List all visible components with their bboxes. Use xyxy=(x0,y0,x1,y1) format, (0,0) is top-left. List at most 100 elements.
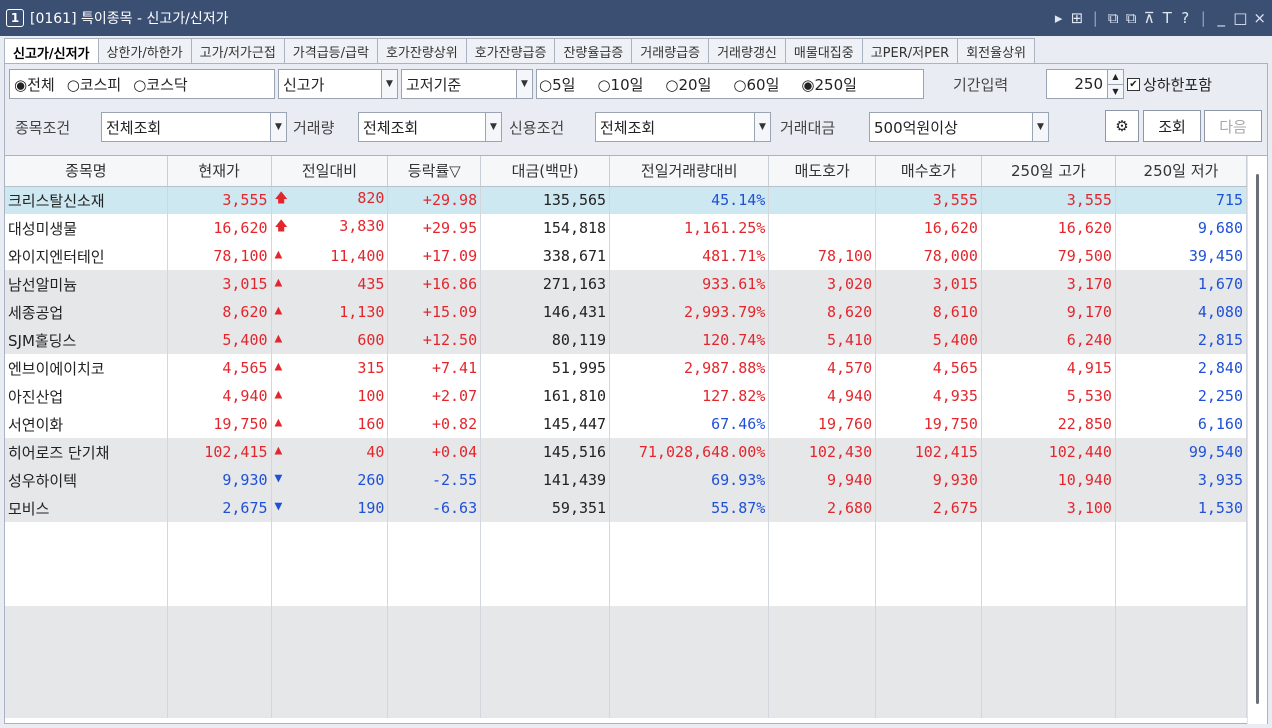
minimize-icon[interactable]: _ xyxy=(1215,9,1227,27)
stock-name-cell[interactable]: 크리스탈신소재 xyxy=(5,186,168,214)
include-limit-checkbox[interactable]: ✔ 상하한포함 xyxy=(1127,69,1212,99)
tab-balance-rate-surge[interactable]: 잔량율급증 xyxy=(554,38,633,64)
stock-name-cell[interactable]: 서연이화 xyxy=(5,410,168,438)
empty-cell xyxy=(271,634,389,662)
type-select[interactable]: 신고가 ▼ xyxy=(278,69,398,99)
tab-supply-concentration[interactable]: 매물대집중 xyxy=(784,38,863,64)
table-row[interactable]: 세종공업 8,620 ▲ 1,130 +15.09 146,431 2,993.79% 8,6… xyxy=(5,298,1248,326)
checkbox-check-icon[interactable]: ✔ xyxy=(1127,77,1140,91)
stock-name-cell[interactable]: 와이지엔터테인 xyxy=(5,242,168,270)
pin-icon[interactable]: ⊼ xyxy=(1143,9,1155,27)
table-row[interactable]: SJM홀딩스 5,400 ▲ 600 +12.50 80,119 120.74% 5,410 5… xyxy=(5,326,1248,354)
bid-price-cell: 16,620 xyxy=(875,214,982,242)
stock-name-cell[interactable]: 엔브이에이치코 xyxy=(5,354,168,382)
column-header[interactable]: 250일 저가 xyxy=(1115,156,1248,187)
table-row[interactable]: 모비스 2,675 ▼ 190 -6.63 59,351 55.87% 2,680 2,675 3… xyxy=(5,494,1248,522)
tab-order-balance-surge[interactable]: 호가잔량급증 xyxy=(465,38,556,64)
period-stepper[interactable]: ▲ ▼ xyxy=(1107,70,1123,98)
basis-select[interactable]: 고저기준 ▼ xyxy=(401,69,533,99)
table-row[interactable]: 와이지엔터테인 78,100 ▲ 11,400 +17.09 338,671 481.71%… xyxy=(5,242,1248,270)
column-header[interactable]: 전일대비 xyxy=(271,156,389,187)
credit-select[interactable]: 전체조회 ▼ xyxy=(595,112,771,142)
table-row[interactable]: 대성미생물 16,620 🡅 3,830 +29.95 154,818 1,161.25% 1… xyxy=(5,214,1248,242)
tab-volume-renewal[interactable]: 거래량갱신 xyxy=(708,38,786,64)
period-high-cell: 3,555 xyxy=(981,186,1116,214)
column-header[interactable]: 현재가 xyxy=(167,156,272,187)
table-row[interactable]: 성우하이텍 9,930 ▼ 260 -2.55 141,439 69.93% 9,940 9,9… xyxy=(5,466,1248,494)
radio-period-250[interactable]: ◉250일 xyxy=(801,74,857,95)
tab-high-low-per[interactable]: 고PER/저PER xyxy=(861,38,959,64)
tab-upper-lower-limit[interactable]: 상한가/하한가 xyxy=(97,38,192,64)
dropdown-arrow-icon[interactable]: ▼ xyxy=(1032,113,1048,141)
radio-market-all[interactable]: ◉전체 xyxy=(14,74,55,95)
screen-icon[interactable]: ⊞ xyxy=(1071,9,1084,27)
stepper-down-icon[interactable]: ▼ xyxy=(1108,83,1123,98)
rate-cell: +0.82 xyxy=(387,410,482,438)
stock-name-cell[interactable]: 모비스 xyxy=(5,494,168,522)
period-input[interactable]: 250 ▲ ▼ xyxy=(1046,69,1124,99)
tab-order-balance-top[interactable]: 호가잔량상위 xyxy=(376,38,467,64)
tab-turnover-top[interactable]: 회전율상위 xyxy=(957,38,1036,64)
stock-name-cell[interactable]: 세종공업 xyxy=(5,298,168,326)
table-row[interactable]: 히어로즈 단기채 102,415 ▲ 40 +0.04 145,516 71,028,648… xyxy=(5,438,1248,466)
column-header[interactable]: 전일거래량대비 xyxy=(609,156,770,187)
stock-name-cell[interactable]: 히어로즈 단기채 xyxy=(5,438,168,466)
table-row[interactable]: 아진산업 4,940 ▲ 100 +2.07 161,810 127.82% 4,940 4,9… xyxy=(5,382,1248,410)
bid-price-cell: 9,930 xyxy=(875,466,982,494)
tab-price-surge-plunge[interactable]: 가격급등/급락 xyxy=(283,38,378,64)
empty-cell xyxy=(768,522,877,550)
settings-button[interactable]: ⚙ xyxy=(1105,110,1139,142)
next-button[interactable]: 다음 xyxy=(1204,110,1262,142)
scrollbar-thumb[interactable] xyxy=(1256,174,1259,704)
vertical-scrollbar[interactable] xyxy=(1247,156,1267,724)
font-size-icon[interactable]: T xyxy=(1161,9,1173,27)
stock-condition-select[interactable]: 전체조회 ▼ xyxy=(101,112,287,142)
table-row[interactable]: 크리스탈신소재 3,555 🡅 820 +29.98 135,565 45.14% 3,555… xyxy=(5,186,1248,214)
empty-cell xyxy=(5,550,168,578)
expand-arrow-icon[interactable]: ▸ xyxy=(1053,9,1065,27)
window-titlebar: 1 [0161] 특이종목 - 신고가/신저가 ▸ ⊞ | ⧉ ⧉ ⊼ T ? … xyxy=(0,0,1272,36)
dropdown-arrow-icon[interactable]: ▼ xyxy=(754,113,770,141)
table-row[interactable]: 서연이화 19,750 ▲ 160 +0.82 145,447 67.46% 19,760 19… xyxy=(5,410,1248,438)
stock-name-cell[interactable]: 대성미생물 xyxy=(5,214,168,242)
radio-market-kosdaq[interactable]: ○코스닥 xyxy=(133,74,188,95)
amount-select[interactable]: 500억원이상 ▼ xyxy=(869,112,1049,142)
tab-new-high-low[interactable]: 신고가/신저가 xyxy=(4,38,99,65)
search-button[interactable]: 조회 xyxy=(1143,110,1201,142)
column-header[interactable]: 매도호가 xyxy=(768,156,877,187)
column-header[interactable]: 매수호가 xyxy=(875,156,982,187)
tab-near-high-low[interactable]: 고가/저가근접 xyxy=(190,38,285,64)
empty-cell xyxy=(387,634,482,662)
tab-volume-surge[interactable]: 거래량급증 xyxy=(631,38,710,64)
column-header[interactable]: 등락률▽ xyxy=(387,156,482,187)
radio-market-kospi[interactable]: ○코스피 xyxy=(67,74,122,95)
period-low-cell: 39,450 xyxy=(1115,242,1248,270)
link-window-icon[interactable]: ⧉ xyxy=(1107,9,1119,27)
tab-bar: 신고가/신저가 상한가/하한가 고가/저가근접 가격급등/급락 호가잔량상위 호… xyxy=(4,38,1036,65)
stock-name-cell[interactable]: 남선알미늄 xyxy=(5,270,168,298)
close-icon[interactable]: × xyxy=(1253,9,1266,27)
volume-select[interactable]: 전체조회 ▼ xyxy=(358,112,502,142)
empty-cell xyxy=(167,662,272,690)
dropdown-arrow-icon[interactable]: ▼ xyxy=(381,70,397,98)
help-icon[interactable]: ? xyxy=(1179,9,1191,27)
stock-name-cell[interactable]: 아진산업 xyxy=(5,382,168,410)
dropdown-arrow-icon[interactable]: ▼ xyxy=(516,70,532,98)
column-header[interactable]: 대금(백만) xyxy=(480,156,611,187)
stock-name-cell[interactable]: SJM홀딩스 xyxy=(5,326,168,354)
up-arrow-icon: ▲ xyxy=(274,415,283,430)
radio-period-5[interactable]: ○5일 xyxy=(539,74,575,95)
column-header[interactable]: 250일 고가 xyxy=(981,156,1116,187)
dropdown-arrow-icon[interactable]: ▼ xyxy=(485,113,501,141)
table-row[interactable]: 남선알미늄 3,015 ▲ 435 +16.86 271,163 933.61% 3,020 3… xyxy=(5,270,1248,298)
maximize-icon[interactable]: □ xyxy=(1233,9,1247,27)
radio-period-10[interactable]: ○10일 xyxy=(597,74,643,95)
column-header[interactable]: 종목명 xyxy=(5,156,168,187)
table-row[interactable]: 엔브이에이치코 4,565 ▲ 315 +7.41 51,995 2,987.88% 4,57… xyxy=(5,354,1248,382)
stepper-up-icon[interactable]: ▲ xyxy=(1108,70,1123,84)
stock-name-cell[interactable]: 성우하이텍 xyxy=(5,466,168,494)
dropdown-arrow-icon[interactable]: ▼ xyxy=(270,113,286,141)
radio-period-20[interactable]: ○20일 xyxy=(665,74,711,95)
radio-period-60[interactable]: ○60일 xyxy=(733,74,779,95)
copy-window-icon[interactable]: ⧉ xyxy=(1125,9,1137,27)
